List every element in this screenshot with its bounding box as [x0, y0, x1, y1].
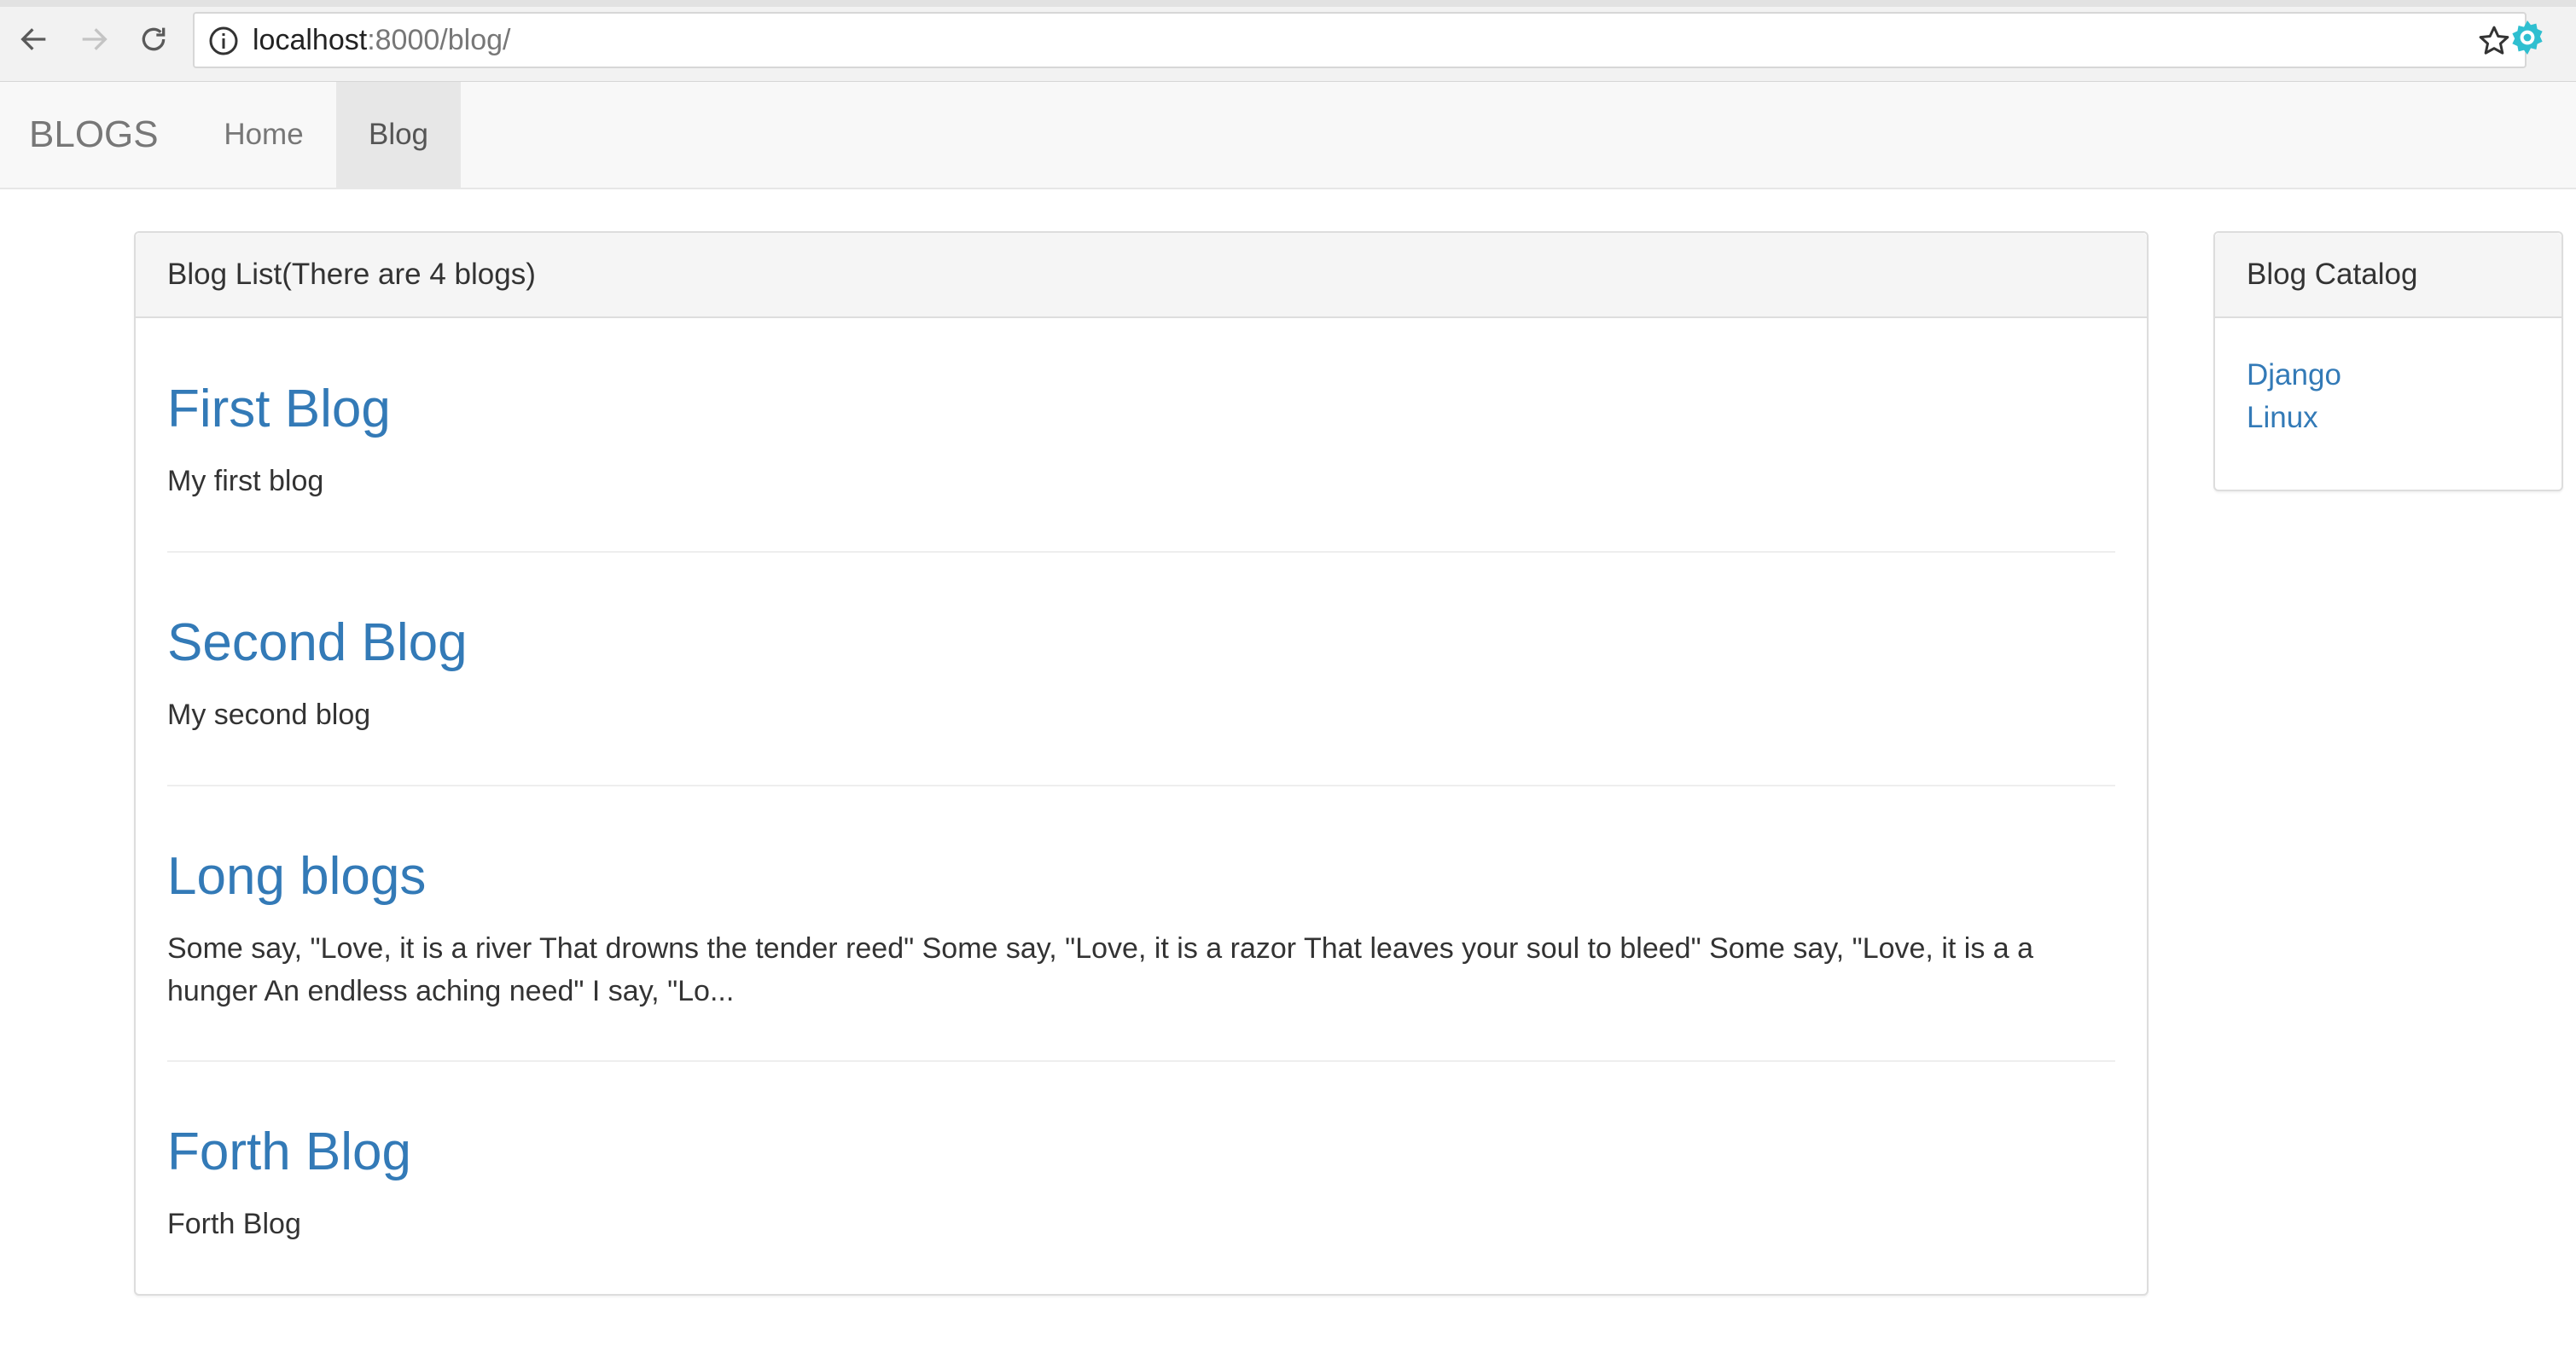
reload-icon: [142, 27, 166, 51]
post-divider: [167, 1060, 2115, 1062]
blog-catalog-panel: Blog Catalog Django Linux: [2213, 231, 2563, 491]
blog-catalog-heading: Blog Catalog: [2215, 233, 2561, 318]
back-button[interactable]: [10, 14, 58, 65]
blog-post-title[interactable]: Forth Blog: [167, 1121, 2115, 1184]
catalog-link-django[interactable]: Django: [2247, 354, 2341, 397]
info-icon[interactable]: [208, 26, 239, 56]
blog-post: Forth Blog Forth Blog: [167, 1121, 2115, 1245]
blog-post-excerpt: My first blog: [167, 465, 324, 497]
nav-item-home[interactable]: Home: [205, 82, 323, 188]
post-divider: [167, 551, 2115, 553]
nav-item-blog[interactable]: Blog: [336, 82, 461, 188]
blog-post: First Blog My first blog: [167, 378, 2115, 502]
forward-button[interactable]: [70, 14, 118, 65]
address-bar[interactable]: localhost:8000/blog/: [193, 12, 2527, 68]
post-divider: [167, 785, 2115, 786]
blog-post-excerpt: Forth Blog: [167, 1208, 301, 1240]
site-navbar: BLOGS Home Blog: [0, 82, 2576, 189]
reload-button[interactable]: [130, 14, 177, 65]
gear-icon[interactable]: [2507, 17, 2548, 58]
blog-post-title[interactable]: Long blogs: [167, 845, 2115, 908]
blog-post-excerpt: My second blog: [167, 699, 371, 731]
arrow-left-icon: [20, 28, 46, 50]
blog-post-title[interactable]: Second Blog: [167, 612, 2115, 675]
brand-link[interactable]: BLOGS: [29, 82, 159, 188]
catalog-link-linux[interactable]: Linux: [2247, 397, 2318, 439]
url-path: :8000/blog/: [367, 24, 511, 56]
browser-toolbar: localhost:8000/blog/: [0, 0, 2576, 82]
blog-list-panel: Blog List(There are 4 blogs) First Blog …: [134, 231, 2149, 1296]
tab-strip: [0, 0, 2576, 7]
arrow-right-icon: [82, 28, 108, 50]
url-host: localhost: [253, 24, 368, 56]
blog-list-heading: Blog List(There are 4 blogs): [136, 233, 2147, 318]
star-icon[interactable]: [2477, 24, 2511, 58]
blog-post: Second Blog My second blog: [167, 612, 2115, 736]
blog-post: Long blogs Some say, "Love, it is a rive…: [167, 845, 2115, 1012]
url-text[interactable]: localhost:8000/blog/: [253, 14, 510, 67]
blog-post-excerpt: Some say, "Love, it is a river That drow…: [167, 932, 2034, 1007]
blog-post-title[interactable]: First Blog: [167, 378, 2115, 441]
